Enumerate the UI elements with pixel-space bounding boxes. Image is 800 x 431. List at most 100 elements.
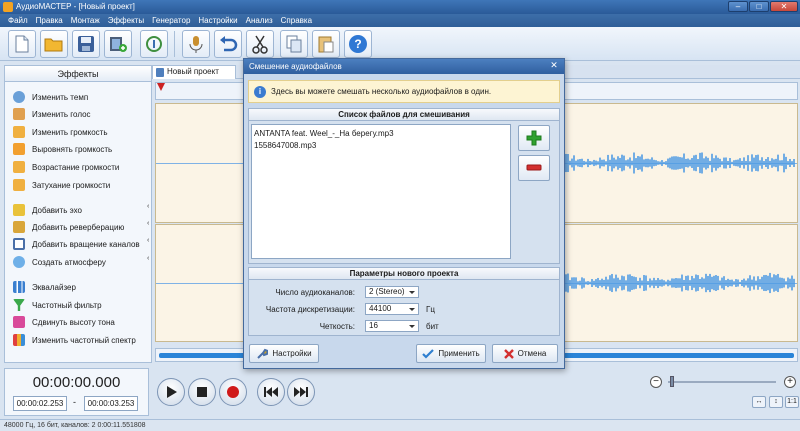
zoom-slider-thumb[interactable] (670, 376, 674, 387)
effect-item-atmosphere[interactable]: Создать атмосферу (13, 255, 106, 269)
effect-item-normalize[interactable]: Выровнять громкость (13, 142, 112, 156)
menu-edit[interactable]: Правка (32, 14, 67, 27)
selection-end-field[interactable]: 00:00:03.253 (84, 396, 138, 411)
equalizer-icon (13, 281, 25, 293)
remove-file-button[interactable] (518, 155, 550, 181)
settings-icon (257, 348, 269, 359)
window-title: АудиоМАСТЕР - [Новый проект] (16, 2, 135, 11)
play-button[interactable] (157, 378, 185, 406)
dialog-title-bar: Смешение аудиофайлов ✕ (244, 59, 564, 74)
effect-item-reverb[interactable]: Добавить реверберацию (13, 220, 124, 234)
video-import-button[interactable] (104, 30, 132, 58)
expand-echo-arrow[interactable]: ‹ (147, 203, 149, 210)
effects-panel-header: Эффекты (5, 66, 151, 82)
convert-icon (146, 36, 162, 52)
apply-button[interactable]: Применить (416, 344, 486, 363)
paste-button[interactable] (312, 30, 340, 58)
current-time: 00:00:00.000 (32, 374, 121, 391)
zoom-slider-track[interactable] (668, 381, 776, 383)
fit-horizontal-button[interactable]: ↔ (752, 396, 766, 408)
effect-item-spectrum[interactable]: Изменить частотный спектр (13, 333, 136, 347)
copy-button[interactable] (280, 30, 308, 58)
menu-generator[interactable]: Генератор (148, 14, 194, 27)
settings-button[interactable]: Настройки (249, 344, 319, 363)
file-list[interactable]: ANTANTA feat. Weel_-_На берегу.mp3 15586… (251, 124, 511, 259)
add-file-button[interactable] (518, 125, 550, 151)
filter-icon (13, 299, 25, 311)
file-item[interactable]: 1558647008.mp3 (254, 140, 508, 152)
stop-button[interactable] (188, 378, 216, 406)
tab-new-project[interactable]: Новый проект (152, 65, 236, 79)
info-text: Здесь вы можете смешать несколько аудиоф… (271, 87, 492, 96)
save-button[interactable] (72, 30, 100, 58)
zoom-out-button[interactable]: − (650, 376, 662, 388)
effect-item-filter[interactable]: Частотный фильтр (13, 298, 102, 312)
bit-depth-select[interactable]: 16 (365, 320, 419, 332)
expand-channel-rotate-arrow[interactable]: ‹ (147, 237, 149, 244)
record-button[interactable] (182, 30, 210, 58)
range-dash: - (73, 397, 76, 407)
undo-button[interactable] (214, 30, 242, 58)
effect-item-voice[interactable]: Изменить голос (13, 107, 91, 121)
rewind-icon (264, 387, 278, 397)
effect-item-echo[interactable]: Добавить эхо (13, 203, 82, 217)
spectrum-icon (13, 334, 25, 346)
channels-select[interactable]: 2 (Stereo) (365, 286, 419, 298)
cut-button[interactable] (246, 30, 274, 58)
help-button[interactable]: ? (344, 30, 372, 58)
selection-start-field[interactable]: 00:00:02.253 (13, 396, 67, 411)
play-icon (167, 386, 177, 398)
effect-item-equalizer[interactable]: Эквалайзер (13, 280, 76, 294)
project-params: Число аудиоканалов: 2 (Stereo) Частота д… (248, 280, 560, 336)
menu-settings[interactable]: Настройки (194, 14, 241, 27)
paste-icon (318, 36, 334, 53)
params-header: Параметры нового проекта (248, 267, 560, 280)
effect-item-pitch[interactable]: Сдвинуть высоту тона (13, 315, 115, 329)
folder-icon (44, 38, 63, 52)
new-file-icon (15, 35, 29, 53)
maximize-button[interactable]: □ (749, 1, 769, 12)
cancel-button[interactable]: Отмена (492, 344, 558, 363)
rewind-button[interactable] (257, 378, 285, 406)
close-window-button[interactable]: ✕ (770, 1, 798, 12)
clock-icon (13, 91, 25, 103)
minus-icon (526, 164, 542, 171)
dialog-title: Смешение аудиофайлов (249, 62, 342, 71)
zoom-ratio-button[interactable]: 1:1 (785, 396, 799, 408)
record-transport-button[interactable] (219, 378, 247, 406)
minimize-button[interactable]: – (728, 1, 748, 12)
channels-label: Число аудиоканалов: (275, 288, 355, 297)
help-icon: ? (349, 35, 367, 53)
plus-icon (526, 130, 542, 146)
zoom-in-button[interactable]: + (784, 376, 796, 388)
save-icon (78, 36, 94, 52)
toolbar: ? (0, 27, 800, 61)
bit-depth-label: Четкость: (319, 322, 355, 331)
fit-vertical-button[interactable]: ↕ (769, 396, 783, 408)
effect-item-fade-out[interactable]: Затухание громкости (13, 178, 110, 192)
open-file-button[interactable] (40, 30, 68, 58)
dialog-close-button[interactable]: ✕ (547, 60, 561, 72)
menu-analysis[interactable]: Анализ (242, 14, 277, 27)
expand-atmosphere-arrow[interactable]: ‹ (147, 255, 149, 262)
playhead-marker[interactable] (157, 83, 165, 93)
file-item[interactable]: ANTANTA feat. Weel_-_На берегу.mp3 (254, 128, 508, 140)
new-file-button[interactable] (8, 30, 36, 58)
sample-rate-select[interactable]: 44100 (365, 303, 419, 315)
time-display: 00:00:00.000 00:00:02.253 - 00:00:03.253 (4, 368, 149, 416)
effect-item-fade-in[interactable]: Возрастание громкости (13, 160, 119, 174)
equalize-volume-icon (13, 143, 25, 155)
fast-forward-button[interactable] (287, 378, 315, 406)
convert-button[interactable] (140, 30, 168, 58)
menu-help[interactable]: Справка (277, 14, 316, 27)
zoom-controls: − + ↔ ↕ 1:1 (648, 375, 799, 415)
effect-item-channel-rotate[interactable]: Добавить вращение каналов (13, 237, 140, 251)
effect-item-tempo[interactable]: Изменить темп (13, 90, 88, 104)
menu-file[interactable]: Файл (4, 14, 32, 27)
expand-reverb-arrow[interactable]: ‹ (147, 220, 149, 227)
menu-montage[interactable]: Монтаж (67, 14, 104, 27)
menu-effects[interactable]: Эффекты (104, 14, 148, 27)
effect-item-volume[interactable]: Изменить громкость (13, 125, 108, 139)
record-icon (227, 386, 239, 398)
mix-files-dialog: Смешение аудиофайлов ✕ i Здесь вы можете… (243, 58, 565, 369)
